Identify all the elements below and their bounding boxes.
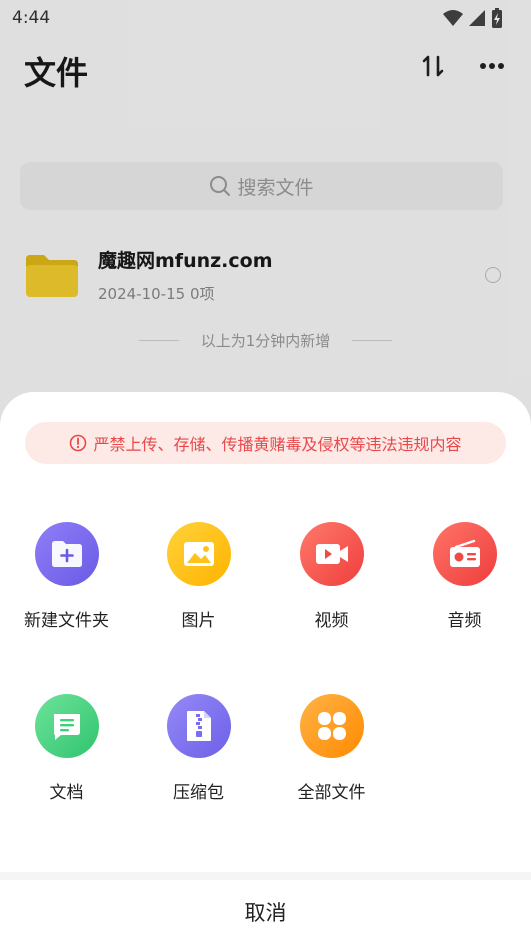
audio-circle bbox=[432, 522, 497, 586]
image-circle bbox=[166, 522, 231, 586]
grid-item-label: 音频 bbox=[447, 611, 482, 631]
cancel-button[interactable]: 取消 bbox=[0, 872, 531, 944]
document-icon bbox=[53, 714, 80, 740]
upload-sheet: 严禁上传、存储、传播黄赌毒及侵权等违法违规内容 新建文件夹 图片 视频 音频 文… bbox=[0, 392, 531, 872]
image-button[interactable]: 图片 bbox=[132, 522, 265, 631]
all-files-circle bbox=[299, 694, 364, 758]
folder-add-icon bbox=[51, 541, 82, 567]
all-files-button[interactable]: 全部文件 bbox=[265, 694, 398, 803]
alert-icon bbox=[70, 434, 87, 452]
grid-icon bbox=[317, 712, 346, 740]
new-folder-button[interactable]: 新建文件夹 bbox=[0, 522, 133, 631]
document-button[interactable]: 文档 bbox=[0, 694, 133, 803]
video-button[interactable]: 视频 bbox=[265, 522, 398, 631]
grid-item-label: 视频 bbox=[314, 611, 349, 631]
image-icon bbox=[183, 542, 214, 566]
video-circle bbox=[299, 522, 364, 586]
warning-banner: 严禁上传、存储、传播黄赌毒及侵权等违法违规内容 bbox=[25, 422, 506, 464]
video-icon bbox=[315, 544, 348, 564]
grid-item-label: 文档 bbox=[49, 783, 84, 803]
grid-item-label: 全部文件 bbox=[297, 783, 366, 803]
new-folder-circle bbox=[34, 522, 99, 586]
audio-button[interactable]: 音频 bbox=[398, 522, 531, 631]
grid-item-label: 压缩包 bbox=[173, 783, 224, 803]
warning-text: 严禁上传、存储、传播黄赌毒及侵权等违法违规内容 bbox=[93, 435, 462, 454]
archive-circle bbox=[166, 694, 231, 758]
zip-icon bbox=[186, 711, 211, 741]
grid-item-label: 新建文件夹 bbox=[24, 611, 109, 631]
grid-item-label: 图片 bbox=[181, 611, 216, 631]
archive-button[interactable]: 压缩包 bbox=[132, 694, 265, 803]
document-circle bbox=[34, 694, 99, 758]
radio-icon bbox=[449, 539, 480, 567]
